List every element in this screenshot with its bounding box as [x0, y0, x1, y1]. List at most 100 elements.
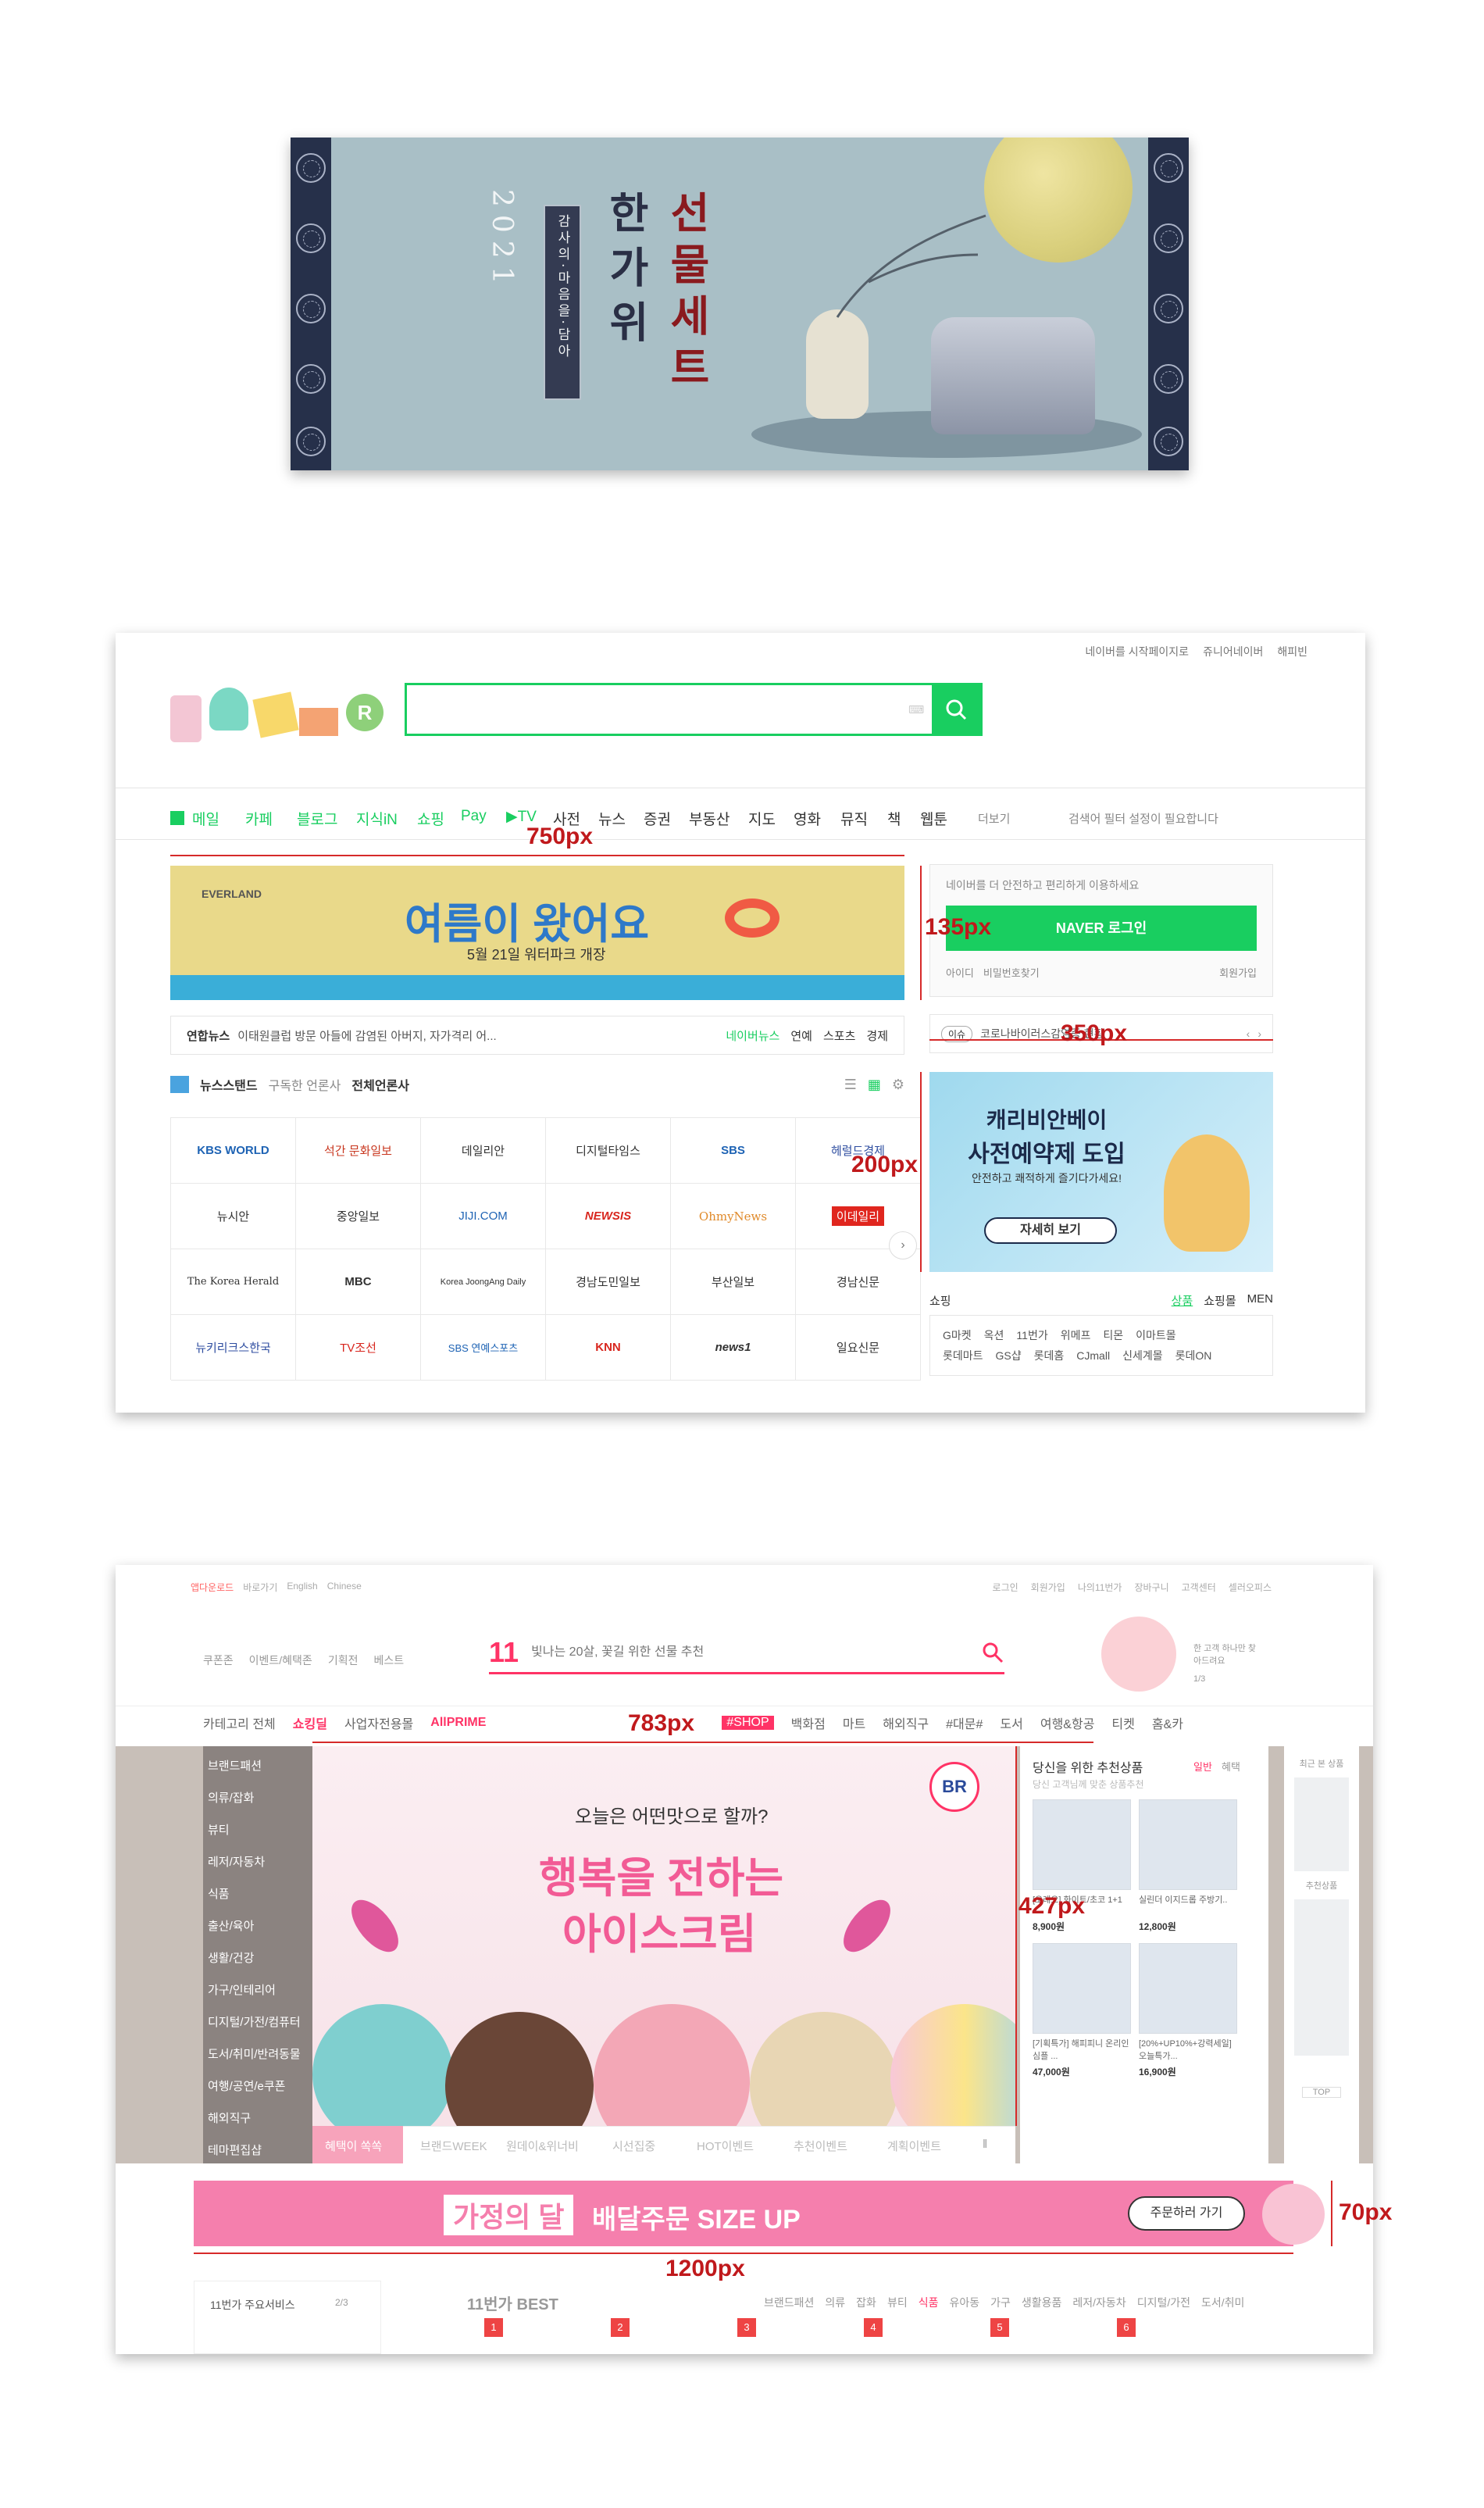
gnb-shocking-deal[interactable]: 쇼킹딜	[293, 1713, 327, 1732]
keyboard-icon[interactable]: ⌨	[908, 685, 932, 734]
nav-movie[interactable]: 영화	[794, 808, 821, 829]
news-headline[interactable]: 이태원클럽 방문 아들에 감염된 아버지, 자가격리 어...	[237, 1027, 726, 1044]
hero-tab[interactable]: 혜택이 쏙쏙	[325, 2138, 382, 2154]
press-logo[interactable]: 데일리안	[421, 1118, 546, 1184]
english-link[interactable]: English	[287, 1581, 317, 1594]
hero-tab[interactable]: 추천이벤트	[794, 2138, 847, 2154]
category-item[interactable]: 의류/잡화	[208, 1789, 254, 1806]
best-tab[interactable]: 잡화	[856, 2295, 876, 2310]
nav-news[interactable]: 뉴스	[598, 808, 626, 829]
category-item[interactable]: 가구/인테리어	[208, 1981, 276, 1998]
press-logo[interactable]: Korea JoongAng Daily	[421, 1249, 546, 1315]
join-link[interactable]: 회원가입	[1031, 1581, 1065, 1594]
press-logo[interactable]: SBS 연예스포츠	[421, 1315, 546, 1381]
product-thumbnail[interactable]	[1139, 1943, 1237, 2034]
press-logo[interactable]: 디지털타임스	[546, 1118, 671, 1184]
product-thumbnail[interactable]	[1139, 1799, 1237, 1890]
exhibition-link[interactable]: 기획전	[328, 1652, 359, 1668]
search-input[interactable]	[407, 685, 908, 734]
hero-tab[interactable]: 원데이&위너비	[506, 2138, 579, 2154]
shopping-tab-men[interactable]: MEN	[1247, 1292, 1273, 1309]
top-button[interactable]: TOP	[1302, 2087, 1341, 2098]
shortcut-link[interactable]: 바로가기	[243, 1581, 277, 1594]
reco-tab[interactable]: 일반	[1193, 1759, 1212, 1774]
category-item[interactable]: 생활/건강	[208, 1949, 254, 1966]
nav-blog[interactable]: 블로그	[297, 808, 337, 829]
find-pw-link[interactable]: 비밀번호찾기	[983, 965, 1040, 980]
hero-tab[interactable]: HOT이벤트	[697, 2138, 754, 2154]
login-link[interactable]: 로그인	[993, 1581, 1018, 1594]
shop-link[interactable]: CJmall	[1076, 1345, 1110, 1366]
shop-link[interactable]: 티몬	[1103, 1325, 1123, 1345]
next-arrow-icon[interactable]: ›	[889, 1231, 917, 1259]
nav-book[interactable]: 책	[887, 808, 901, 829]
press-logo[interactable]: 경남도민일보	[546, 1249, 671, 1315]
nav-kin[interactable]: 지식iN	[356, 808, 398, 829]
gnb-allprime[interactable]: AllPRIME	[430, 1716, 486, 1730]
press-logo[interactable]: MBC	[296, 1249, 421, 1315]
press-logo[interactable]: KNN	[546, 1315, 671, 1381]
seller-office-link[interactable]: 셀러오피스	[1229, 1581, 1272, 1594]
product-thumbnail[interactable]	[1033, 1799, 1131, 1890]
news-ticker[interactable]: 연합뉴스 이태원클럽 방문 아들에 감염된 아버지, 자가격리 어... 네이버…	[170, 1016, 904, 1055]
cs-link[interactable]: 고객센터	[1182, 1581, 1216, 1594]
caribbean-bay-ad[interactable]: 캐리비안베이 사전예약제 도입 안전하고 쾌적하게 즐기다가세요! 자세히 보기	[929, 1072, 1273, 1272]
gnb-overseas[interactable]: 해외직구	[883, 1713, 929, 1732]
shop-link[interactable]: G마켓	[943, 1325, 972, 1345]
gnb-ticket[interactable]: 티켓	[1111, 1713, 1134, 1732]
shop-link[interactable]: 옥션	[984, 1325, 1004, 1345]
shop-link[interactable]: 롯데ON	[1175, 1345, 1212, 1366]
filter-notice[interactable]: 검색어 필터 설정이 필요합니다	[1068, 810, 1218, 827]
press-logo[interactable]: news1	[671, 1315, 796, 1381]
app-download-link[interactable]: 앱다운로드	[191, 1581, 234, 1594]
best-tab[interactable]: 유아동	[949, 2295, 979, 2310]
news-link-ent[interactable]: 연예	[790, 1027, 812, 1044]
best-tab[interactable]: 레저/자동차	[1072, 2295, 1125, 2310]
hero-tab[interactable]: 계획이벤트	[887, 2138, 941, 2154]
gnb-shop[interactable]: #SHOP	[722, 1716, 774, 1730]
shopping-tab-malls[interactable]: 쇼핑몰	[1204, 1292, 1236, 1309]
best-tab[interactable]: 브랜드패션	[764, 2295, 814, 2310]
gnb-main[interactable]: #대문#	[946, 1713, 983, 1732]
search-icon[interactable]	[981, 1641, 1004, 1664]
hero-tab[interactable]: 시선집중	[612, 2138, 655, 2154]
nav-map[interactable]: 지도	[748, 808, 776, 829]
prev-arrow-icon[interactable]: ‹	[1247, 1027, 1250, 1040]
reco-tab[interactable]: 혜택	[1222, 1759, 1240, 1774]
best-tab[interactable]: 디지털/가전	[1137, 2295, 1190, 2310]
shop-link[interactable]: GS샵	[996, 1345, 1022, 1366]
all-category-menu[interactable]: 카테고리 전체	[203, 1713, 276, 1732]
best-tab[interactable]: 뷰티	[887, 2295, 908, 2310]
newsstand-subscribed[interactable]: 구독한 언론사	[269, 1075, 341, 1094]
category-item[interactable]: 해외직구	[208, 2110, 251, 2126]
event-zone-link[interactable]: 이벤트/혜택존	[249, 1652, 312, 1668]
category-item[interactable]: 레저/자동차	[208, 1853, 265, 1870]
product-thumbnail[interactable]	[1033, 1943, 1131, 2034]
gnb-travel[interactable]: 여행&항공	[1040, 1713, 1095, 1732]
promo-pager[interactable]: 1/3	[1193, 1674, 1205, 1684]
hero-banner[interactable]: BR 오늘은 어떤맛으로 할까? 행복을 전하는 아이스크림	[312, 1746, 1015, 2126]
settings-gear-icon[interactable]: ⚙	[892, 1077, 904, 1093]
category-item[interactable]: 여행/공연/e쿠폰	[208, 2077, 285, 2094]
gnb-book[interactable]: 도서	[1000, 1713, 1022, 1732]
newsstand-all[interactable]: 전체언론사	[351, 1075, 409, 1094]
gnb-mart[interactable]: 마트	[843, 1713, 865, 1732]
hero-tab[interactable]: 브랜드WEEK	[420, 2138, 487, 2154]
product-name[interactable]: [기획특가] 해피피니 온리인심플 ...	[1033, 2037, 1134, 2062]
nav-stock[interactable]: 증권	[644, 808, 671, 829]
ad-detail-button[interactable]: 자세히 보기	[984, 1217, 1117, 1244]
press-logo[interactable]: TV조선	[296, 1315, 421, 1381]
press-logo[interactable]: 뉴시안	[171, 1184, 296, 1249]
search-button[interactable]	[932, 685, 980, 734]
press-logo[interactable]: 중앙일보	[296, 1184, 421, 1249]
gnb-biz[interactable]: 사업자전용몰	[344, 1713, 413, 1732]
chinese-link[interactable]: Chinese	[327, 1581, 362, 1594]
set-start-page-link[interactable]: 네이버를 시작페이지로	[1085, 644, 1189, 659]
best-tab[interactable]: 도서/취미	[1201, 2295, 1244, 2310]
naver-doodle-logo[interactable]: R	[170, 680, 389, 750]
category-item[interactable]: 출산/육아	[208, 1917, 254, 1934]
shop-link[interactable]: 11번가	[1016, 1325, 1047, 1345]
junior-naver-link[interactable]: 쥬니어네이버	[1203, 644, 1263, 659]
press-logo[interactable]: OhmyNews	[671, 1184, 796, 1249]
shop-link[interactable]: 롯데마트	[943, 1345, 983, 1366]
